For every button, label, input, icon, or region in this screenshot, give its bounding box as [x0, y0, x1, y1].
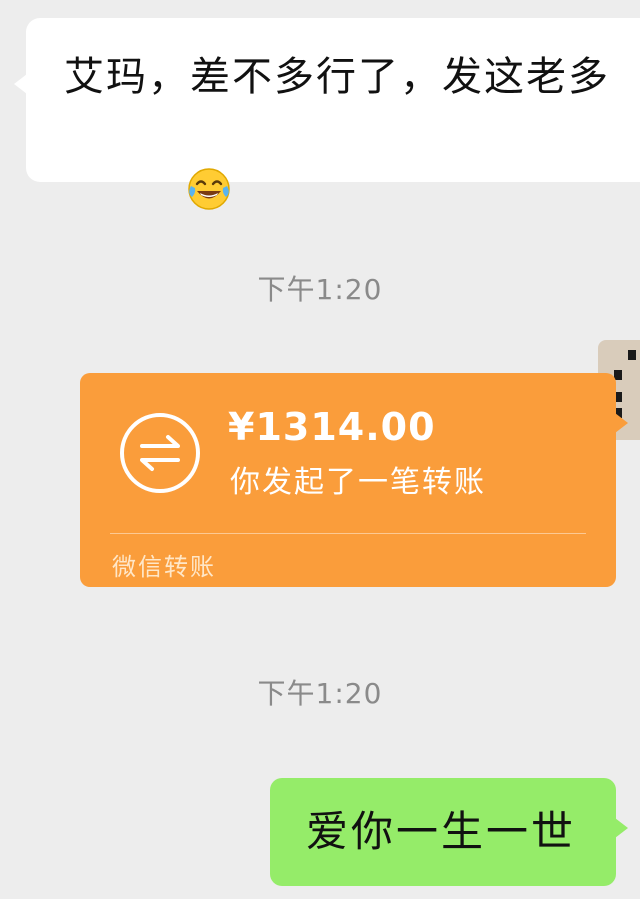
bubble-tail [615, 413, 628, 433]
outgoing-message-text: 爱你一生一世 [306, 807, 577, 856]
wechat-transfer-card[interactable]: ¥1314.00 你发起了一笔转账 微信转账 [80, 373, 628, 587]
transfer-description: 你发起了一笔转账 [230, 465, 486, 500]
bubble-tail [615, 818, 628, 838]
chat-window: 艾玛，差不多行了，发这老多 下午1:20 ¥1314.00 你发起了一笔转账 微… [0, 0, 640, 899]
transfer-arrows-icon [118, 411, 202, 495]
tears-of-joy-emoji-icon [68, 104, 232, 292]
divider [110, 533, 586, 534]
transfer-footer-label: 微信转账 [112, 553, 216, 581]
avatar-pixel [628, 350, 636, 360]
incoming-message-text: 艾玛，差不多行了，发这老多 [64, 46, 640, 296]
message-timestamp: 下午1:20 [257, 677, 383, 710]
bubble-tail [14, 74, 27, 94]
message-timestamp: 下午1:20 [257, 273, 383, 306]
transfer-amount: ¥1314.00 [228, 405, 436, 449]
incoming-message-bubble[interactable]: 艾玛，差不多行了，发这老多 [14, 18, 640, 210]
outgoing-message-bubble[interactable]: 爱你一生一世 [270, 778, 628, 886]
incoming-message-content: 艾玛，差不多行了，发这老多 [64, 54, 610, 100]
